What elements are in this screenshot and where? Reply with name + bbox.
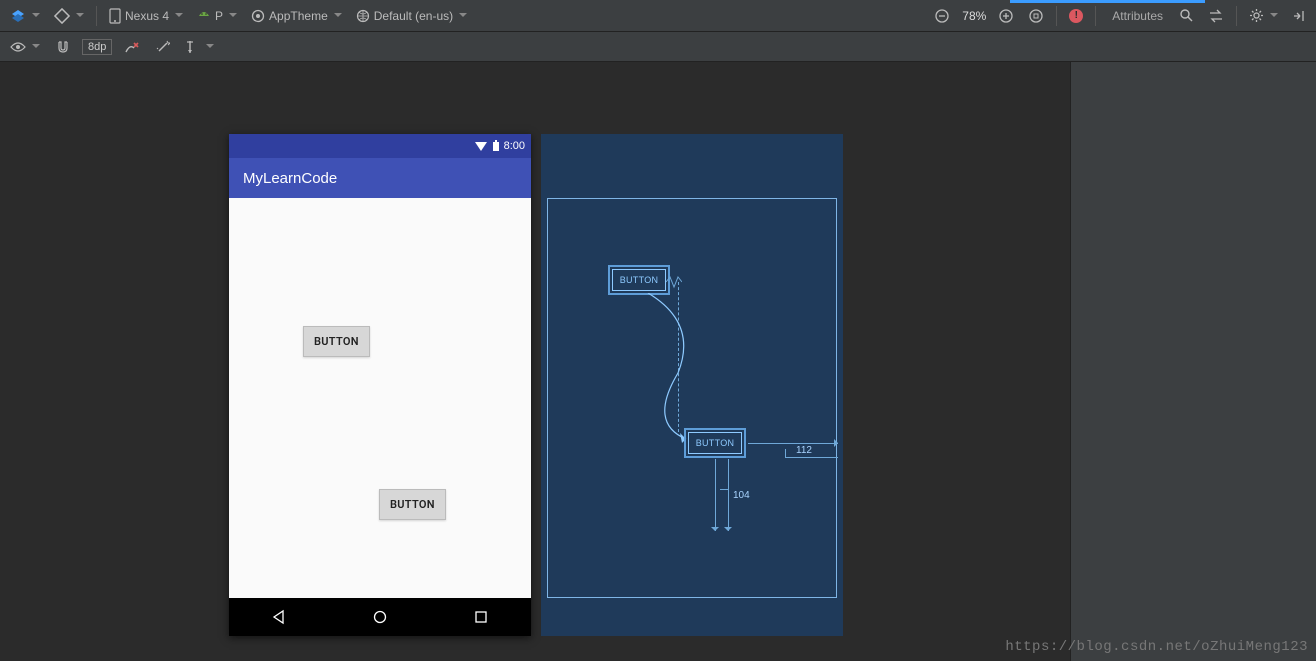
recents-icon[interactable]: [473, 609, 489, 625]
minimize-button[interactable]: [1288, 7, 1310, 25]
arrow-right-icon: [834, 439, 842, 447]
zoom-out-button[interactable]: [930, 6, 954, 26]
arrow-down-icon: [711, 527, 719, 535]
blueprint-dim-line-bottom: [728, 459, 729, 531]
zoom-fit-button[interactable]: [1024, 6, 1048, 26]
blueprint-view[interactable]: BUTTON BUTTON 112: [541, 134, 843, 636]
settings-button[interactable]: [1245, 6, 1282, 25]
app-title: MyLearnCode: [243, 170, 337, 187]
separator: [1236, 6, 1237, 26]
toolbar-right: 78% ! Attributes: [930, 6, 1310, 26]
blueprint-dim-tick-b: [720, 489, 728, 490]
blueprint-dim-right: 112: [796, 445, 812, 456]
arrow-down-icon-2: [724, 527, 732, 535]
default-margin-input[interactable]: 8dp: [82, 39, 112, 55]
warnings-button[interactable]: !: [1065, 7, 1087, 25]
zoom-in-button[interactable]: [994, 6, 1018, 26]
tab-highlight: [1010, 0, 1205, 3]
phone-icon: [109, 8, 121, 24]
layers-icon: [10, 8, 26, 24]
blueprint-button-2[interactable]: BUTTON: [688, 432, 742, 454]
search-icon: [1179, 8, 1194, 23]
orientation-button[interactable]: [50, 6, 88, 26]
android-navbar: [229, 598, 531, 636]
error-icon: !: [1069, 9, 1083, 23]
attributes-panel: [1070, 62, 1316, 661]
magnet-button[interactable]: [52, 38, 74, 56]
view-options-button[interactable]: [6, 39, 44, 55]
zoom-in-icon: [998, 8, 1014, 24]
guidelines-button[interactable]: [182, 38, 218, 56]
android-icon: [197, 10, 211, 22]
device-label: Nexus 4: [125, 9, 169, 23]
toggle-view-button[interactable]: [1204, 7, 1228, 25]
api-selector[interactable]: P: [193, 7, 241, 25]
back-icon[interactable]: [271, 609, 287, 625]
watermark: https://blog.csdn.net/oZhuiMeng123: [1005, 639, 1308, 655]
theme-selector[interactable]: AppTheme: [247, 7, 346, 25]
battery-icon: [492, 140, 500, 152]
wand-icon: [156, 40, 170, 54]
blueprint-constraint-zig: [666, 275, 682, 289]
separator: [1095, 6, 1096, 26]
clear-constraints-icon: [124, 40, 140, 54]
button-1[interactable]: BUTTON: [303, 326, 370, 357]
blueprint-button-1[interactable]: BUTTON: [612, 269, 666, 291]
attributes-panel-label: Attributes: [1104, 9, 1163, 23]
separator: [1056, 6, 1057, 26]
design-canvas[interactable]: 8:00 MyLearnCode BUTTON BUTTON BUTTON: [0, 62, 1070, 661]
app-bar: MyLearnCode: [229, 158, 531, 198]
button-2[interactable]: BUTTON: [379, 489, 446, 520]
locale-label: Default (en-us): [374, 9, 453, 23]
clear-constraints-button[interactable]: [120, 38, 144, 56]
surface-select-button[interactable]: [6, 6, 44, 26]
home-icon[interactable]: [372, 609, 388, 625]
wifi-icon: [474, 140, 488, 152]
swap-icon: [1208, 9, 1224, 23]
zoom-fit-icon: [1028, 8, 1044, 24]
design-toolbar-2: 8dp: [0, 32, 1316, 62]
blueprint-dim-bottom: 104: [733, 490, 750, 501]
infer-constraints-button[interactable]: [152, 38, 174, 56]
device-selector[interactable]: Nexus 4: [105, 6, 187, 26]
theme-label: AppTheme: [269, 9, 328, 23]
guidelines-icon: [186, 40, 200, 54]
zoom-value: 78%: [960, 9, 988, 23]
blueprint-chain-curve: [638, 293, 708, 443]
globe-icon: [356, 9, 370, 23]
device-preview: 8:00 MyLearnCode BUTTON BUTTON: [229, 134, 531, 636]
blueprint-constraint-bottom: [715, 459, 716, 531]
api-label: P: [215, 9, 223, 23]
blueprint-root-layout[interactable]: BUTTON BUTTON 112: [547, 198, 837, 598]
blueprint-dim-line-right: [785, 457, 838, 458]
zoom-out-icon: [934, 8, 950, 24]
status-time: 8:00: [504, 140, 525, 152]
main-area: 8:00 MyLearnCode BUTTON BUTTON BUTTON: [0, 62, 1316, 661]
eye-icon: [10, 41, 26, 53]
design-toolbar: Nexus 4 P AppTheme Default (en-us) 78%: [0, 0, 1316, 32]
blueprint-constraint-right: [748, 443, 838, 444]
gear-icon: [1249, 8, 1264, 23]
theme-icon: [251, 9, 265, 23]
separator: [96, 6, 97, 26]
device-screen[interactable]: BUTTON BUTTON: [229, 198, 531, 598]
minimize-icon: [1292, 9, 1306, 23]
blueprint-dim-tick: [785, 449, 786, 457]
locale-selector[interactable]: Default (en-us): [352, 7, 471, 25]
magnet-icon: [56, 40, 70, 54]
status-bar: 8:00: [229, 134, 531, 158]
rotate-icon: [54, 8, 70, 24]
search-attributes-button[interactable]: [1175, 6, 1198, 25]
